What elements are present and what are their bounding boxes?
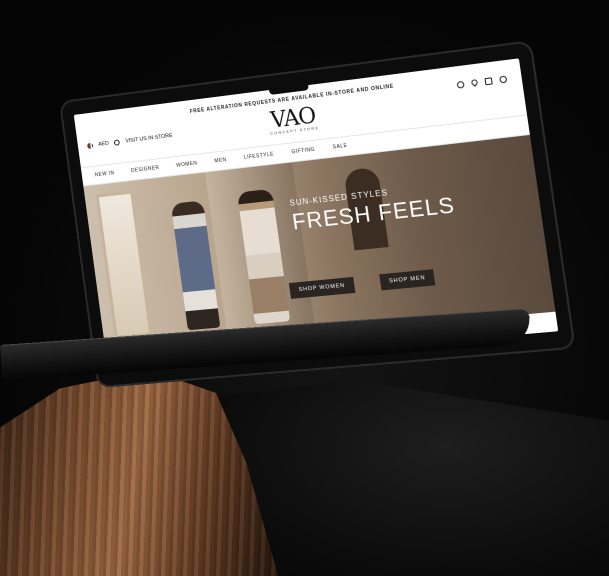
user-icon[interactable]	[499, 75, 508, 84]
shop-men-button[interactable]: SHOP MEN	[378, 269, 436, 291]
hero-buttons: SHOP WOMEN SHOP MEN	[288, 269, 436, 299]
uae-flag-icon	[86, 142, 94, 150]
nav-item-sale[interactable]: SALE	[332, 143, 348, 151]
hero-window	[95, 190, 153, 339]
nav-item-new-in[interactable]: NEW IN	[95, 170, 115, 178]
laptop: FREE ALTERATION REQUESTS ARE AVAILABLE I…	[0, 0, 609, 576]
visit-store-link[interactable]: VISIT US IN STORE	[125, 133, 173, 145]
nav-item-gifting[interactable]: GIFTING	[291, 147, 315, 156]
nav-item-women[interactable]: WOMEN	[176, 161, 198, 169]
search-icon[interactable]	[456, 80, 465, 89]
nav-item-designer[interactable]: DESIGNER	[131, 165, 160, 174]
location-pin-icon	[113, 139, 121, 146]
header-left: AED VISIT US IN STORE	[86, 133, 173, 150]
site-logo[interactable]: VAO CONCEPT STORE	[267, 103, 319, 136]
nav-item-men[interactable]: MEN	[214, 157, 227, 164]
nav-item-lifestyle[interactable]: LIFESTYLE	[244, 152, 275, 161]
currency-selector[interactable]: AED	[98, 141, 109, 148]
heart-icon[interactable]	[470, 78, 479, 87]
bag-icon[interactable]	[484, 77, 493, 86]
